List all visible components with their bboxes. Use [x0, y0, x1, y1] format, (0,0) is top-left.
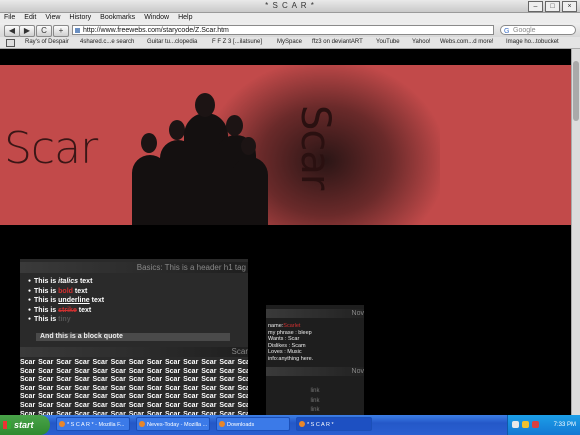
bookmarks-book-icon[interactable]	[6, 39, 15, 47]
band-member-head	[241, 137, 256, 155]
firefox-icon	[59, 421, 65, 427]
sidebar-panel: Nov name:Scarlet my phrase : bleep Wants…	[266, 305, 364, 415]
menu-bookmarks[interactable]: Bookmarks	[100, 13, 135, 23]
main-content-panel: Basics: This is a header h1 tag This is …	[20, 259, 248, 415]
system-tray: 7:33 PM	[507, 415, 580, 435]
menu-bar: File Edit View History Bookmarks Window …	[0, 13, 580, 23]
menu-help[interactable]: Help	[178, 13, 192, 23]
window-titlebar: * S C A R * – □ ×	[0, 0, 580, 13]
sidebar-link[interactable]: link	[266, 406, 364, 415]
page-viewport: Scar Scar Basics: This is a header h1 ta…	[0, 49, 571, 415]
sidebar-links: link link link link	[266, 387, 364, 415]
add-bookmark-button[interactable]: +	[53, 25, 69, 37]
menu-window[interactable]: Window	[144, 13, 169, 23]
bookmark-item[interactable]: MySpace	[277, 37, 302, 48]
maximize-button[interactable]: □	[545, 1, 560, 12]
band-member-head	[195, 93, 215, 117]
band-member-figure	[232, 157, 268, 225]
firefox-icon	[139, 421, 145, 427]
security-icon[interactable]	[532, 421, 539, 428]
profile-extra: info:anything here.	[268, 355, 314, 362]
sidebar-header: Nov	[266, 367, 364, 376]
taskbar-item-active[interactable]: * S C A R *	[296, 417, 372, 431]
bold-sample: bold	[58, 287, 73, 295]
h1-heading: Basics: This is a header h1 tag	[136, 263, 246, 272]
sidebar-header: Nov	[266, 309, 364, 318]
tiny-sample: tiny	[58, 316, 71, 324]
banner-logo-left: Scar	[4, 123, 98, 174]
strike-sample: strike	[58, 306, 77, 314]
volume-icon[interactable]	[512, 421, 519, 428]
format-list: This is italics text This is bold text T…	[28, 277, 104, 325]
profile-dislikes: Dislikes : Scam	[268, 342, 306, 349]
bookmark-item[interactable]: Image ho...tobucket	[506, 37, 559, 48]
h2-heading: Scar	[231, 347, 248, 356]
network-icon[interactable]	[522, 421, 529, 428]
search-input[interactable]: G Google	[500, 25, 576, 35]
scar-filler-text: Scar Scar Scar Scar Scar Scar Scar Scar …	[20, 359, 248, 415]
taskbar-item[interactable]: * S C A R * - Mozilla F...	[56, 417, 130, 431]
minimize-button[interactable]: –	[528, 1, 543, 12]
taskbar-item[interactable]: Downloads	[216, 417, 290, 431]
bookmark-item[interactable]: F F Z 3 [...ilatsune]	[212, 37, 262, 48]
list-item: This is bold text	[28, 287, 104, 297]
bookmarks-bar: Ray's of Despair 4shared.c...e search Gu…	[0, 37, 580, 49]
bookmark-item[interactable]: Webs.com...d more!	[440, 37, 494, 48]
clock: 7:33 PM	[553, 422, 576, 428]
favicon-icon	[75, 28, 80, 33]
underline-sample: underline	[58, 297, 90, 305]
band-member-head	[169, 120, 185, 140]
sidebar-link[interactable]: link	[266, 387, 364, 397]
forward-button[interactable]: ▶	[19, 25, 35, 37]
firefox-icon	[299, 421, 305, 427]
bookmark-item[interactable]: Ray's of Despair	[25, 37, 69, 48]
bookmark-item[interactable]: 4shared.c...e search	[80, 37, 134, 48]
bookmark-item[interactable]: YouTube	[376, 37, 400, 48]
h2-header-bar: Scar	[20, 347, 248, 357]
window-title: * S C A R *	[265, 1, 315, 10]
menu-history[interactable]: History	[69, 13, 91, 23]
windows-taskbar: start * S C A R * - Mozilla F... Neves-T…	[0, 415, 580, 435]
list-item: This is strike text	[28, 306, 104, 316]
address-bar[interactable]: http://www.freewebs.com/starycode/Z.Scar…	[72, 25, 494, 35]
downloads-icon	[219, 421, 225, 427]
header-banner: Scar Scar	[0, 65, 571, 225]
sidebar-header-label: Nov	[351, 368, 364, 375]
band-member-head	[226, 115, 243, 136]
scrollbar-thumb[interactable]	[573, 61, 579, 121]
start-button[interactable]: start	[0, 415, 50, 435]
h1-header-bar: Basics: This is a header h1 tag	[20, 262, 248, 273]
close-button[interactable]: ×	[562, 1, 577, 12]
menu-edit[interactable]: Edit	[24, 13, 36, 23]
band-member-head	[141, 133, 157, 153]
profile-loves: Loves : Music	[268, 349, 302, 356]
search-placeholder: Google	[513, 27, 536, 34]
list-item: This is italics text	[28, 277, 104, 287]
navigation-toolbar: ◀ ▶ C + http://www.freewebs.com/starycod…	[0, 23, 580, 37]
bookmark-item[interactable]: Guitar tu...clopedia	[147, 37, 197, 48]
profile-phrase: my phrase : bleep	[268, 329, 312, 336]
menu-view[interactable]: View	[45, 13, 60, 23]
banner-logo-right: Scar	[292, 105, 338, 190]
list-item: This is underline text	[28, 296, 104, 306]
menu-file[interactable]: File	[4, 13, 15, 23]
profile-info: name:Scarlet my phrase : bleep Wants : S…	[268, 323, 313, 363]
reload-button[interactable]: C	[36, 25, 52, 37]
profile-name-line: name:Scarlet	[268, 323, 301, 329]
back-button[interactable]: ◀	[4, 25, 20, 37]
italic-sample: italics	[58, 278, 79, 286]
taskbar-item[interactable]: Neves-Today - Mozilla ...	[136, 417, 210, 431]
sidebar-header-label: Nov	[351, 310, 364, 317]
vertical-scrollbar[interactable]	[571, 49, 580, 415]
bookmark-item[interactable]: Yahoo!	[412, 37, 431, 48]
block-quote: And this is a block quote	[36, 333, 230, 341]
google-search-icon: G	[504, 28, 510, 35]
list-item: This is tiny	[28, 315, 104, 325]
profile-wants: Wants : Scar	[268, 336, 300, 343]
sidebar-link[interactable]: link	[266, 397, 364, 407]
address-text: http://www.freewebs.com/starycode/Z.Scar…	[83, 27, 229, 34]
bookmark-item[interactable]: ffz3 on deviantART	[312, 37, 363, 48]
